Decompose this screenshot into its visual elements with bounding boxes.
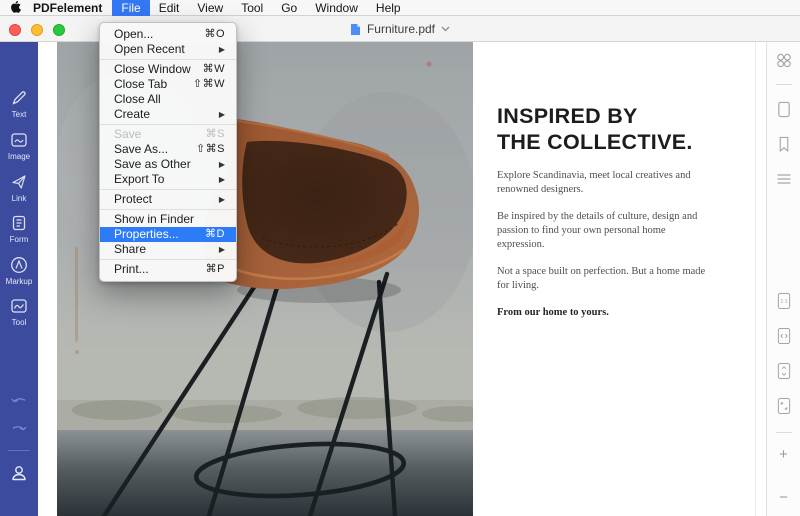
sidebar-item-image[interactable]: Image bbox=[0, 130, 38, 161]
page-right-edge bbox=[755, 42, 756, 516]
tab-title: Furniture.pdf bbox=[367, 22, 435, 36]
undo-icon bbox=[9, 392, 29, 410]
menubar-item-help[interactable]: Help bbox=[367, 0, 410, 16]
sidebar-item-markup[interactable]: Markup bbox=[0, 255, 38, 286]
pdf-file-icon bbox=[350, 23, 361, 36]
zoom-in-button[interactable]: + bbox=[779, 447, 788, 462]
menu-item-create[interactable]: Create ▶ bbox=[100, 107, 236, 122]
list-lines-icon bbox=[776, 172, 792, 186]
menu-separator bbox=[100, 259, 236, 260]
markup-pen-icon bbox=[9, 255, 29, 275]
menu-item-export-to[interactable]: Export To ▶ bbox=[100, 172, 236, 187]
page-paragraph-3: Not a space built on perfection. But a h… bbox=[497, 265, 707, 293]
submenu-arrow-icon: ▶ bbox=[219, 172, 225, 187]
menu-app-name[interactable]: PDFelement bbox=[33, 1, 102, 15]
pdfelement-window: PDFelement File Edit View Tool Go Window… bbox=[0, 0, 800, 516]
svg-text:1:1: 1:1 bbox=[780, 299, 787, 305]
menu-item-properties[interactable]: Properties... ⌘D bbox=[100, 227, 236, 242]
menubar-item-window[interactable]: Window bbox=[306, 0, 367, 16]
page-paragraph-2: Be inspired by the details of culture, d… bbox=[497, 210, 707, 252]
page-heading: INSPIRED BY THE COLLECTIVE. bbox=[497, 103, 707, 155]
panel-divider bbox=[776, 432, 792, 433]
page-icon bbox=[776, 101, 791, 118]
menu-item-close-window[interactable]: Close Window ⌘W bbox=[100, 62, 236, 77]
menu-item-save-as[interactable]: Save As... ⇧⌘S bbox=[100, 142, 236, 157]
sidebar-item-text[interactable]: Text bbox=[0, 88, 38, 119]
apple-logo-icon[interactable] bbox=[10, 1, 21, 14]
right-view-panel: 1:1 + bbox=[766, 42, 800, 516]
menu-separator bbox=[100, 59, 236, 60]
submenu-arrow-icon: ▶ bbox=[219, 157, 225, 172]
menu-item-close-tab[interactable]: Close Tab ⇧⌘W bbox=[100, 77, 236, 92]
menubar-item-tool[interactable]: Tool bbox=[232, 0, 272, 16]
menubar-item-view[interactable]: View bbox=[188, 0, 232, 16]
menu-item-open-recent[interactable]: Open Recent ▶ bbox=[100, 42, 236, 57]
menu-item-close-all[interactable]: Close All bbox=[100, 92, 236, 107]
tab-chevron-down-icon[interactable] bbox=[441, 26, 450, 32]
tool-icon bbox=[9, 296, 29, 316]
thumbnail-panel-button[interactable] bbox=[775, 52, 792, 74]
panel-divider bbox=[776, 84, 792, 85]
paper-plane-icon bbox=[9, 172, 29, 192]
zoom-out-button[interactable]: − bbox=[779, 490, 788, 505]
page-paragraph-closing: From our home to yours. bbox=[497, 306, 707, 320]
file-menu-dropdown: Open... ⌘O Open Recent ▶ Close Window ⌘W… bbox=[99, 22, 237, 282]
menubar-item-edit[interactable]: Edit bbox=[150, 0, 189, 16]
left-tool-sidebar: Text Image Link bbox=[0, 42, 38, 516]
submenu-arrow-icon: ▶ bbox=[219, 107, 225, 122]
fit-width-button[interactable] bbox=[776, 327, 791, 350]
submenu-arrow-icon: ▶ bbox=[219, 192, 225, 207]
menu-separator bbox=[100, 124, 236, 125]
submenu-arrow-icon: ▶ bbox=[219, 242, 225, 257]
sidebar-item-link[interactable]: Link bbox=[0, 172, 38, 203]
menubar-item-file[interactable]: File bbox=[112, 0, 149, 16]
menu-item-show-in-finder[interactable]: Show in Finder bbox=[100, 212, 236, 227]
sidebar-item-form[interactable]: Form bbox=[0, 213, 38, 244]
fit-width-icon bbox=[776, 327, 791, 345]
menu-separator bbox=[100, 189, 236, 190]
undo-button[interactable] bbox=[0, 392, 38, 410]
page-panel-button[interactable] bbox=[776, 101, 791, 123]
sidebar-divider bbox=[8, 450, 30, 451]
redo-icon bbox=[9, 420, 29, 438]
pencil-icon bbox=[9, 88, 29, 108]
page-paragraph-1: Explore Scandinavia, meet local creative… bbox=[497, 169, 707, 197]
bookmark-icon bbox=[776, 136, 791, 153]
fit-page-button[interactable] bbox=[776, 362, 791, 385]
menu-item-protect[interactable]: Protect ▶ bbox=[100, 192, 236, 207]
fit-page-icon bbox=[776, 362, 791, 380]
user-icon bbox=[8, 462, 30, 484]
form-icon bbox=[9, 213, 29, 233]
menubar-item-go[interactable]: Go bbox=[272, 0, 306, 16]
pdf-page-text: INSPIRED BY THE COLLECTIVE. Explore Scan… bbox=[497, 103, 707, 333]
menu-item-print[interactable]: Print... ⌘P bbox=[100, 262, 236, 277]
submenu-arrow-icon: ▶ bbox=[219, 42, 225, 57]
bookmark-panel-button[interactable] bbox=[776, 136, 791, 158]
fullscreen-icon bbox=[776, 397, 791, 415]
menu-item-save: Save ⌘S bbox=[100, 127, 236, 142]
menu-item-share[interactable]: Share ▶ bbox=[100, 242, 236, 257]
grid-icon bbox=[775, 52, 792, 69]
sidebar-item-tool[interactable]: Tool bbox=[0, 296, 38, 327]
menu-separator bbox=[100, 209, 236, 210]
menu-item-save-as-other[interactable]: Save as Other ▶ bbox=[100, 157, 236, 172]
menu-item-open[interactable]: Open... ⌘O bbox=[100, 27, 236, 42]
macos-menu-bar: PDFelement File Edit View Tool Go Window… bbox=[0, 0, 800, 16]
actual-size-icon: 1:1 bbox=[776, 292, 791, 310]
redo-button[interactable] bbox=[0, 420, 38, 438]
fullscreen-button[interactable] bbox=[776, 397, 791, 420]
account-button[interactable] bbox=[0, 462, 38, 484]
image-icon bbox=[9, 130, 29, 150]
annotation-list-button[interactable] bbox=[776, 172, 792, 191]
actual-size-button[interactable]: 1:1 bbox=[776, 292, 791, 315]
